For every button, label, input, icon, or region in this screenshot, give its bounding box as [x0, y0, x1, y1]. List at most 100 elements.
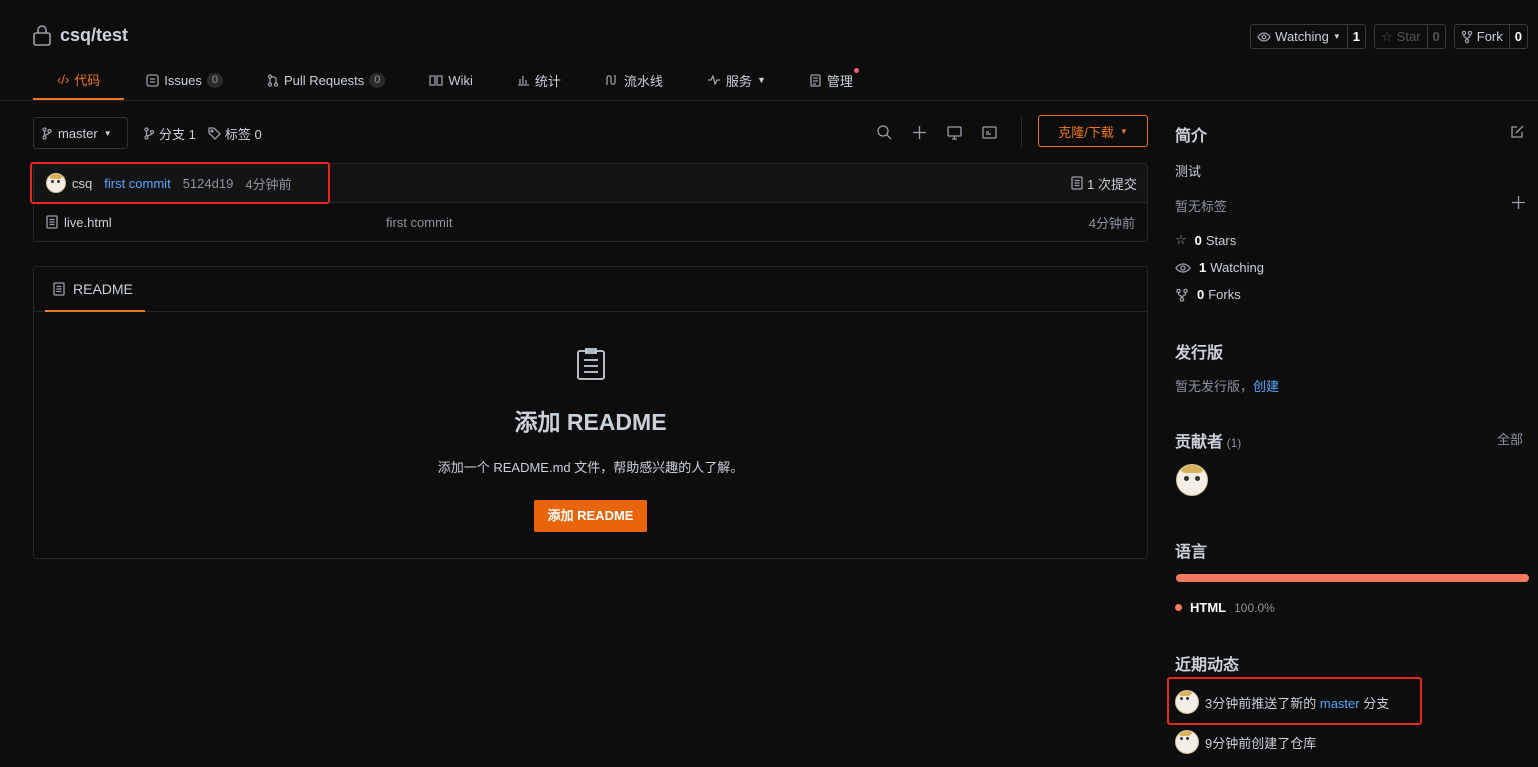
star-icon: ☆ — [1175, 232, 1187, 247]
tab-pipeline[interactable]: 流水线 — [583, 60, 685, 100]
code-icon: ‹/› — [57, 71, 70, 87]
caret-down-icon: ▼ — [756, 75, 766, 85]
edit-icon[interactable] — [1510, 124, 1525, 139]
branch-icon — [144, 127, 155, 140]
tab-label: 统计 — [534, 73, 561, 89]
tab-readme[interactable]: README — [45, 267, 145, 312]
watch-count[interactable]: 1 — [1346, 25, 1365, 48]
branches-label: 分支 1 — [159, 127, 196, 142]
tab-wiki[interactable]: Wiki — [407, 60, 495, 100]
file-icon — [46, 215, 58, 229]
language-bar — [1176, 574, 1529, 582]
watch-button[interactable]: Watching ▼ 1 — [1250, 24, 1367, 49]
web-ide-icon[interactable] — [981, 124, 998, 141]
toolbar-icons — [876, 124, 998, 141]
readme-tabbar: README — [34, 267, 1147, 312]
forks-stat[interactable]: 0 Forks — [1175, 287, 1527, 302]
file-name-cell[interactable]: live.html — [46, 215, 386, 230]
releases-empty-text: 暂无发行版， — [1175, 379, 1254, 394]
tab-code[interactable]: ‹/› 代码 — [33, 60, 125, 100]
no-tags-text: 暂无标签 — [1175, 199, 1228, 214]
star-button[interactable]: ☆ Star 0 — [1374, 24, 1446, 49]
toolbar-divider — [1021, 116, 1022, 148]
tab-label: 管理 — [826, 73, 853, 89]
avatar[interactable] — [1175, 730, 1199, 754]
fork-icon — [1461, 30, 1473, 44]
tab-issues[interactable]: Issues 0 — [124, 60, 245, 100]
readme-panel: README 添加 README 添加一个 README.md 文件，帮助感兴趣… — [33, 266, 1148, 559]
tab-stats[interactable]: 统计 — [495, 60, 583, 100]
repo-actions: Watching ▼ 1 ☆ Star 0 Fork 0 — [1250, 24, 1528, 49]
stars-count: 0 — [1194, 232, 1202, 248]
caret-down-icon: ▼ — [1119, 126, 1128, 136]
readme-empty-state: 添加 README 添加一个 README.md 文件，帮助感兴趣的人了解。 添… — [34, 347, 1147, 532]
activity-title: 近期动态 — [1175, 657, 1240, 674]
watching-count: 1 — [1199, 260, 1207, 275]
watching-stat[interactable]: 1 Watching — [1175, 260, 1527, 275]
tab-count: 0 — [206, 72, 223, 88]
lock-icon — [32, 24, 52, 46]
tab-count: 0 — [369, 72, 386, 88]
repo-title: csq/test — [32, 24, 128, 46]
stars-label: Stars — [1205, 232, 1237, 248]
tab-manage[interactable]: 管理 — [788, 60, 875, 100]
commits-icon — [1071, 176, 1083, 190]
fork-button[interactable]: Fork 0 — [1453, 24, 1528, 49]
clone-label: 克隆/下载 — [1058, 124, 1114, 140]
header-divider — [0, 100, 1538, 101]
tags-label: 标签 0 — [224, 127, 262, 142]
branch-icon — [42, 126, 52, 140]
pull-request-icon — [267, 73, 279, 87]
watching-label: Watching — [1210, 260, 1264, 275]
tab-label: Issues — [164, 72, 202, 88]
language-percent: 100.0% — [1234, 600, 1275, 615]
contributors-all-link[interactable]: 全部 — [1497, 429, 1523, 448]
caret-down-icon: ▼ — [103, 128, 112, 138]
branch-name: master — [58, 125, 98, 141]
stars-stat[interactable]: ☆ 0 Stars — [1175, 232, 1527, 248]
contributor-avatar[interactable] — [1176, 464, 1208, 496]
file-name[interactable]: live.html — [64, 215, 112, 230]
eye-icon — [1257, 30, 1271, 44]
add-readme-button[interactable]: 添加 README — [533, 500, 648, 532]
fork-label: Fork — [1476, 29, 1503, 44]
search-icon[interactable] — [876, 124, 893, 141]
file-commit-message[interactable]: first commit — [386, 215, 452, 230]
readme-empty-description: 添加一个 README.md 文件，帮助感兴趣的人了解。 — [437, 460, 744, 475]
add-tag-icon[interactable] — [1511, 195, 1526, 210]
create-release-link[interactable]: 创建 — [1253, 379, 1279, 394]
tab-pull-requests[interactable]: Pull Requests 0 — [245, 60, 407, 100]
forks-label: Forks — [1208, 287, 1241, 302]
language-item: HTML 100.0% — [1175, 600, 1527, 615]
language-color-dot — [1175, 604, 1182, 611]
branch-select[interactable]: master ▼ — [33, 117, 128, 149]
star-label: Star — [1396, 29, 1421, 44]
intro-title: 简介 — [1175, 128, 1208, 145]
readme-tab-label: README — [73, 280, 133, 297]
monitor-icon[interactable] — [946, 124, 963, 141]
wiki-icon — [429, 74, 443, 86]
forks-count: 0 — [1197, 287, 1205, 302]
tab-services[interactable]: 服务 ▼ — [685, 60, 788, 100]
plus-icon[interactable] — [911, 124, 928, 141]
commit-count-link[interactable]: 1 次提交 — [1071, 174, 1137, 193]
pulse-icon — [707, 75, 721, 85]
notification-dot — [853, 68, 859, 73]
eye-icon — [1175, 262, 1191, 274]
fork-icon — [1175, 288, 1189, 302]
activity-item: 9分钟前创建了仓库 — [1175, 730, 1527, 754]
tab-label: Wiki — [448, 72, 473, 88]
repo-name[interactable]: csq/test — [60, 25, 128, 46]
branch-tag-meta: 分支 1 标签 0 — [144, 124, 262, 143]
caret-down-icon: ▼ — [1332, 32, 1341, 41]
tab-label: Pull Requests — [284, 72, 365, 88]
highlight-box-activity — [1167, 677, 1422, 725]
readme-empty-title: 添加 README — [514, 409, 667, 435]
star-count[interactable]: 0 — [1426, 25, 1445, 48]
fork-count[interactable]: 0 — [1508, 25, 1527, 48]
tags-link[interactable]: 标签 0 — [208, 124, 262, 143]
branches-link[interactable]: 分支 1 — [144, 124, 196, 143]
clone-download-button[interactable]: 克隆/下载 ▼ — [1038, 115, 1148, 147]
file-row: live.html first commit 4分钟前 — [34, 203, 1147, 241]
file-time: 4分钟前 — [1088, 215, 1135, 231]
